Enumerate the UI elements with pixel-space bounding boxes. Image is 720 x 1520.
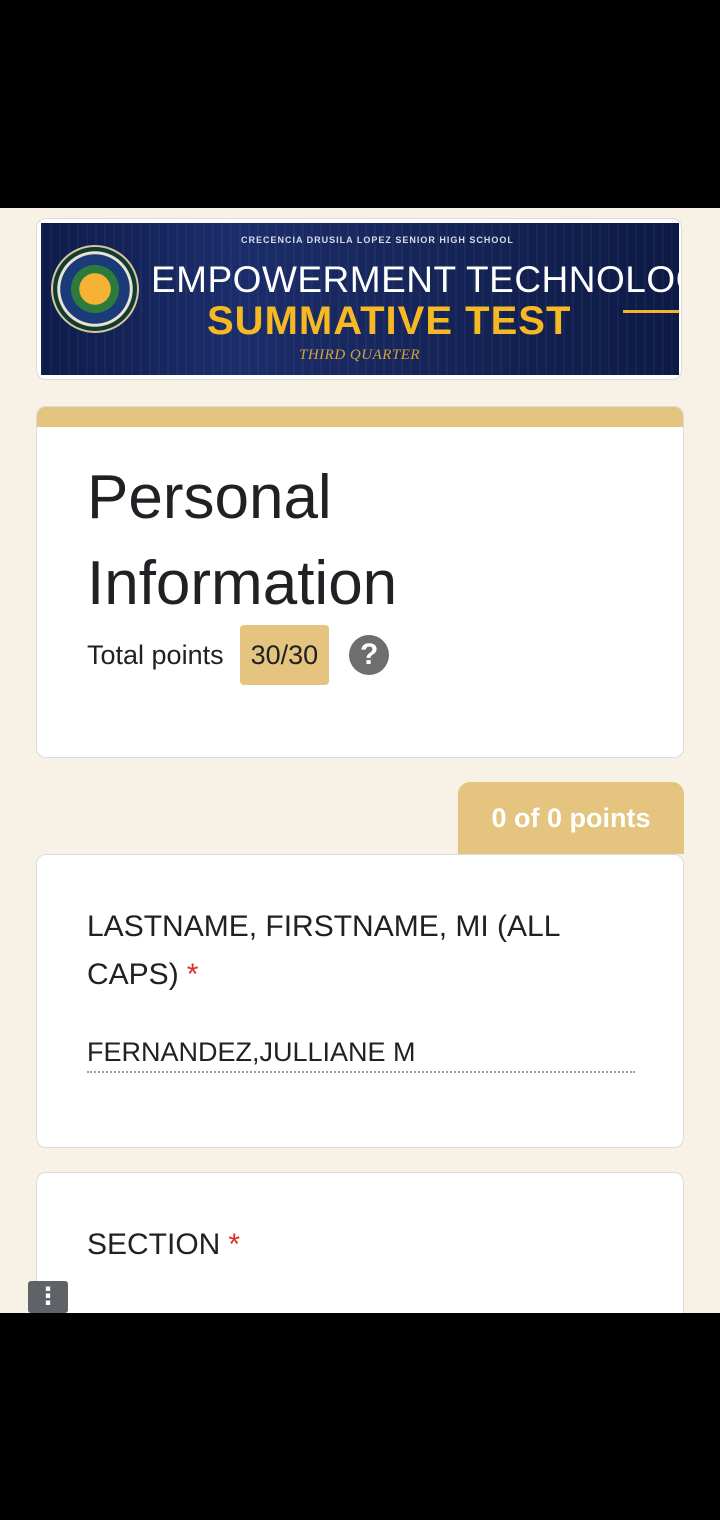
form-header-card: Personal Information Total points 30/30 … — [36, 406, 684, 758]
header-banner-image: CRECENCIA DRUSILA LOPEZ SENIOR HIGH SCHO… — [41, 223, 679, 375]
question-text: SECTION — [87, 1228, 221, 1261]
question-text: LASTNAME, FIRSTNAME, MI (ALL CAPS) — [87, 910, 560, 991]
form-viewport[interactable]: CRECENCIA DRUSILA LOPEZ SENIOR HIGH SCHO… — [0, 208, 720, 1313]
more-vert-icon[interactable]: ⋮ — [28, 1281, 68, 1313]
banner-test-title: SUMMATIVE TEST — [207, 299, 572, 343]
question-card-section: SECTION * — [36, 1172, 684, 1313]
question-card-name: LASTNAME, FIRSTNAME, MI (ALL CAPS) * FERN… — [36, 854, 684, 1148]
banner-school-name: CRECENCIA DRUSILA LOPEZ SENIOR HIGH SCHO… — [241, 235, 514, 245]
section-points-tab: 0 of 0 points — [458, 782, 684, 854]
question-label: LASTNAME, FIRSTNAME, MI (ALL CAPS) * — [87, 903, 607, 999]
school-seal-logo — [51, 245, 139, 333]
total-points-badge: 30/30 — [239, 625, 330, 685]
answer-text-field[interactable]: FERNANDEZ,JULLIANE M — [87, 1031, 635, 1073]
total-points-row: Total points 30/30 ? — [87, 625, 390, 685]
banner-quarter: THIRD QUARTER — [299, 347, 421, 363]
question-label: SECTION * — [87, 1221, 607, 1269]
help-icon[interactable]: ? — [349, 635, 390, 675]
banner-subject: EMPOWERMENT TECHNOLOGY — [151, 259, 679, 300]
required-asterisk: * — [228, 1228, 241, 1261]
banner-card: CRECENCIA DRUSILA LOPEZ SENIOR HIGH SCHO… — [36, 218, 682, 380]
total-points-label: Total points — [87, 639, 224, 670]
form-title: Personal Information — [87, 463, 398, 618]
header-accent-bar — [37, 407, 683, 427]
banner-accent-line — [623, 310, 679, 313]
navigation-bar-area — [0, 1313, 720, 1520]
status-bar-area — [0, 0, 720, 208]
required-asterisk: * — [186, 958, 199, 991]
